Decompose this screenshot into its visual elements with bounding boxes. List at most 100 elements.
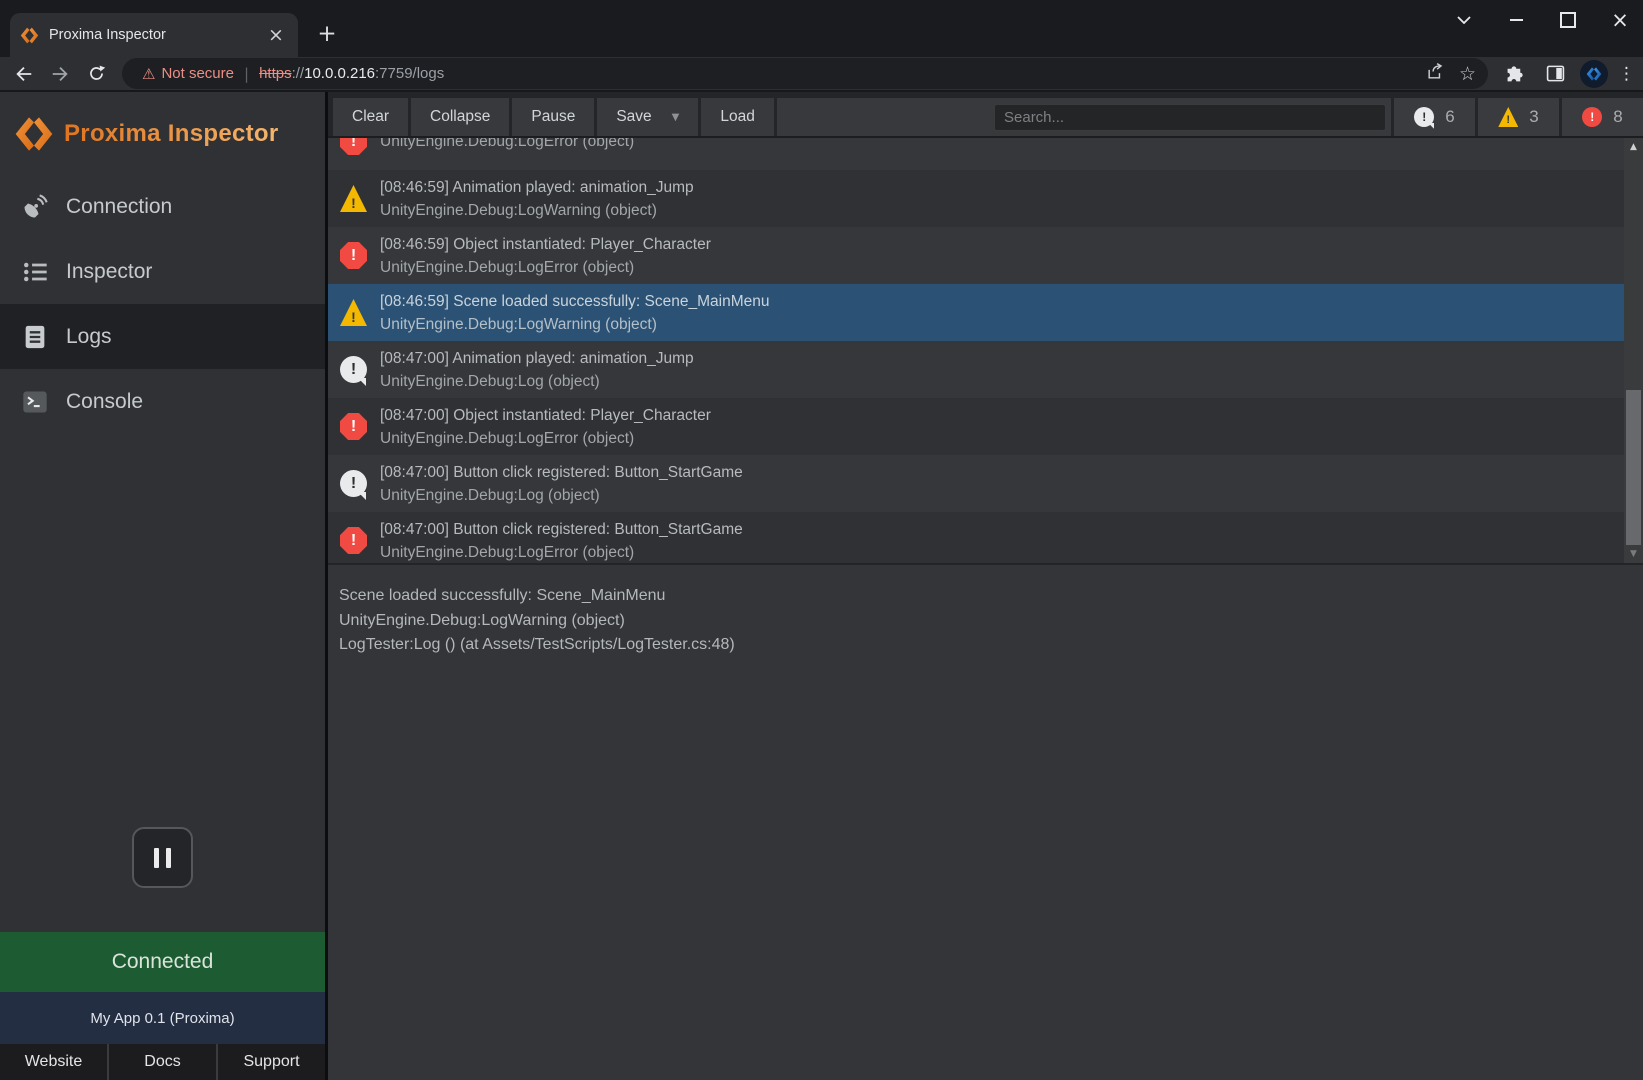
logs-panel: Clear Collapse Pause Save ▼ Load ! 6 ! 3 [328, 92, 1643, 1080]
sidebar-item-label: Logs [66, 325, 112, 349]
sidebar-item-logs[interactable]: Logs [0, 304, 325, 369]
log-row[interactable]: ! [08:46:59] Animation played: animation… [328, 170, 1643, 227]
security-label[interactable]: Not secure [161, 65, 234, 82]
tab-search-chevron-icon[interactable] [1449, 6, 1479, 34]
info-count-filter[interactable]: ! 6 [1391, 98, 1475, 136]
clear-button[interactable]: Clear [333, 98, 408, 136]
log-row[interactable]: ! [08:47:00] Object instantiated: Player… [328, 398, 1643, 455]
error-icon: ! [1582, 107, 1602, 127]
info-icon: ! [340, 470, 367, 497]
log-stack: UnityEngine.Debug:LogError (object) [380, 256, 711, 279]
log-stack: UnityEngine.Debug:Log (object) [380, 484, 743, 507]
log-message: [08:47:00] Animation played: animation_J… [380, 347, 694, 370]
log-stack: UnityEngine.Debug:LogError (object) [380, 138, 634, 153]
reload-icon[interactable] [80, 59, 112, 89]
address-bar: ⚠ Not secure | https://10.0.0.216:7759/l… [0, 57, 1643, 92]
tab-close-icon[interactable]: × [264, 23, 288, 47]
log-stack: UnityEngine.Debug:LogWarning (object) [380, 313, 769, 336]
load-button[interactable]: Load [701, 98, 773, 136]
sidebar-item-inspector[interactable]: Inspector [0, 239, 325, 304]
scrollbar-thumb[interactable] [1626, 390, 1641, 545]
website-link[interactable]: Website [0, 1044, 107, 1080]
warning-icon: ! [340, 185, 367, 212]
scroll-up-icon[interactable]: ▲ [1624, 138, 1643, 156]
proxima-favicon [20, 26, 39, 45]
sidebar-item-console[interactable]: Console [0, 369, 325, 434]
url-scheme: https [259, 65, 292, 82]
error-icon: ! [340, 527, 367, 554]
extensions-puzzle-icon[interactable] [1500, 59, 1530, 89]
scroll-down-icon[interactable]: ▼ [1624, 545, 1643, 563]
browser-window: Proxima Inspector × + × ⚠ Not secure | h… [0, 0, 1643, 1080]
pause-icon [154, 848, 159, 868]
app-info-badge: My App 0.1 (Proxima) [0, 992, 325, 1044]
side-panel-icon[interactable] [1540, 59, 1570, 89]
log-stack: UnityEngine.Debug:LogWarning (object) [380, 199, 694, 222]
log-row-selected[interactable]: ! [08:46:59] Scene loaded successfully: … [328, 284, 1643, 341]
info-icon: ! [340, 356, 367, 383]
info-count: 6 [1445, 107, 1454, 127]
log-row[interactable]: ! [08:47:00] Button click registered: Bu… [328, 455, 1643, 512]
toolbar-search-area [777, 98, 1391, 136]
log-row[interactable]: ! [08:46:59] Object instantiated: Player… [328, 227, 1643, 284]
proxima-logo-icon [14, 114, 54, 154]
bookmark-star-icon[interactable]: ☆ [1459, 63, 1476, 85]
log-stack: UnityEngine.Debug:LogError (object) [380, 427, 711, 450]
minimize-button[interactable] [1501, 6, 1531, 34]
log-list: ! UnityEngine.Debug:LogError (object) ! … [328, 138, 1643, 563]
collapse-button[interactable]: Collapse [411, 98, 509, 136]
warning-icon: ! [340, 299, 367, 326]
log-row[interactable]: ! [08:47:00] Button click registered: Bu… [328, 512, 1643, 563]
sidebar-item-connection[interactable]: Connection [0, 174, 325, 239]
detail-stack-2: LogTester:Log () (at Assets/TestScripts/… [339, 633, 1632, 658]
save-button[interactable]: Save ▼ [597, 98, 698, 136]
new-tab-button[interactable]: + [313, 20, 341, 48]
log-row[interactable]: ! UnityEngine.Debug:LogError (object) [328, 138, 1643, 170]
url-path: :7759/logs [375, 65, 444, 82]
satellite-icon [18, 193, 52, 221]
pause-stream-button[interactable] [132, 827, 193, 888]
share-icon[interactable] [1426, 62, 1445, 85]
detail-message: Scene loaded successfully: Scene_MainMen… [339, 584, 1632, 609]
forward-icon[interactable] [44, 59, 76, 89]
docs-link[interactable]: Docs [107, 1044, 216, 1080]
warning-count-filter[interactable]: ! 3 [1475, 98, 1559, 136]
url-separator: | [244, 65, 249, 83]
terminal-icon [18, 388, 52, 416]
omnibox-actions: ☆ [1426, 62, 1476, 85]
search-input[interactable] [994, 104, 1386, 131]
logs-toolbar: Clear Collapse Pause Save ▼ Load ! 6 ! 3 [328, 92, 1643, 138]
sidebar: Proxima Inspector Connection Inspector L… [0, 92, 325, 1080]
back-icon[interactable] [8, 59, 40, 89]
maximize-button[interactable] [1553, 6, 1583, 34]
log-scrollbar[interactable]: ▲ ▼ [1624, 138, 1643, 563]
log-message: [08:46:59] Scene loaded successfully: Sc… [380, 290, 769, 313]
sidebar-item-label: Inspector [66, 260, 152, 284]
warning-count: 3 [1529, 107, 1538, 127]
log-row[interactable]: ! [08:47:00] Animation played: animation… [328, 341, 1643, 398]
browser-actions: ⋮ [1500, 59, 1635, 89]
app-title: Proxima Inspector [64, 120, 279, 148]
close-window-button[interactable]: × [1605, 6, 1635, 34]
warning-icon: ! [1498, 107, 1518, 127]
error-count: 8 [1613, 107, 1622, 127]
window-controls: × [1449, 4, 1635, 36]
connection-status-badge: Connected [0, 932, 325, 992]
support-link[interactable]: Support [216, 1044, 325, 1080]
log-message: [08:47:00] Button click registered: Butt… [380, 461, 743, 484]
browser-menu-icon[interactable]: ⋮ [1618, 64, 1635, 84]
url-field[interactable]: ⚠ Not secure | https://10.0.0.216:7759/l… [122, 58, 1488, 89]
detail-stack-1: UnityEngine.Debug:LogWarning (object) [339, 609, 1632, 634]
log-stack: UnityEngine.Debug:Log (object) [380, 370, 694, 393]
error-icon: ! [340, 413, 367, 440]
browser-tab[interactable]: Proxima Inspector × [10, 13, 298, 57]
sidebar-footer: Website Docs Support [0, 1044, 325, 1080]
pause-button[interactable]: Pause [512, 98, 594, 136]
error-icon: ! [340, 138, 367, 155]
error-count-filter[interactable]: ! 8 [1559, 98, 1643, 136]
not-secure-warning-icon: ⚠ [142, 65, 155, 83]
url-scheme-separator: :// [292, 65, 305, 82]
save-dropdown-caret-icon[interactable]: ▼ [672, 112, 680, 123]
document-icon [18, 323, 52, 351]
profile-avatar[interactable] [1580, 60, 1608, 88]
